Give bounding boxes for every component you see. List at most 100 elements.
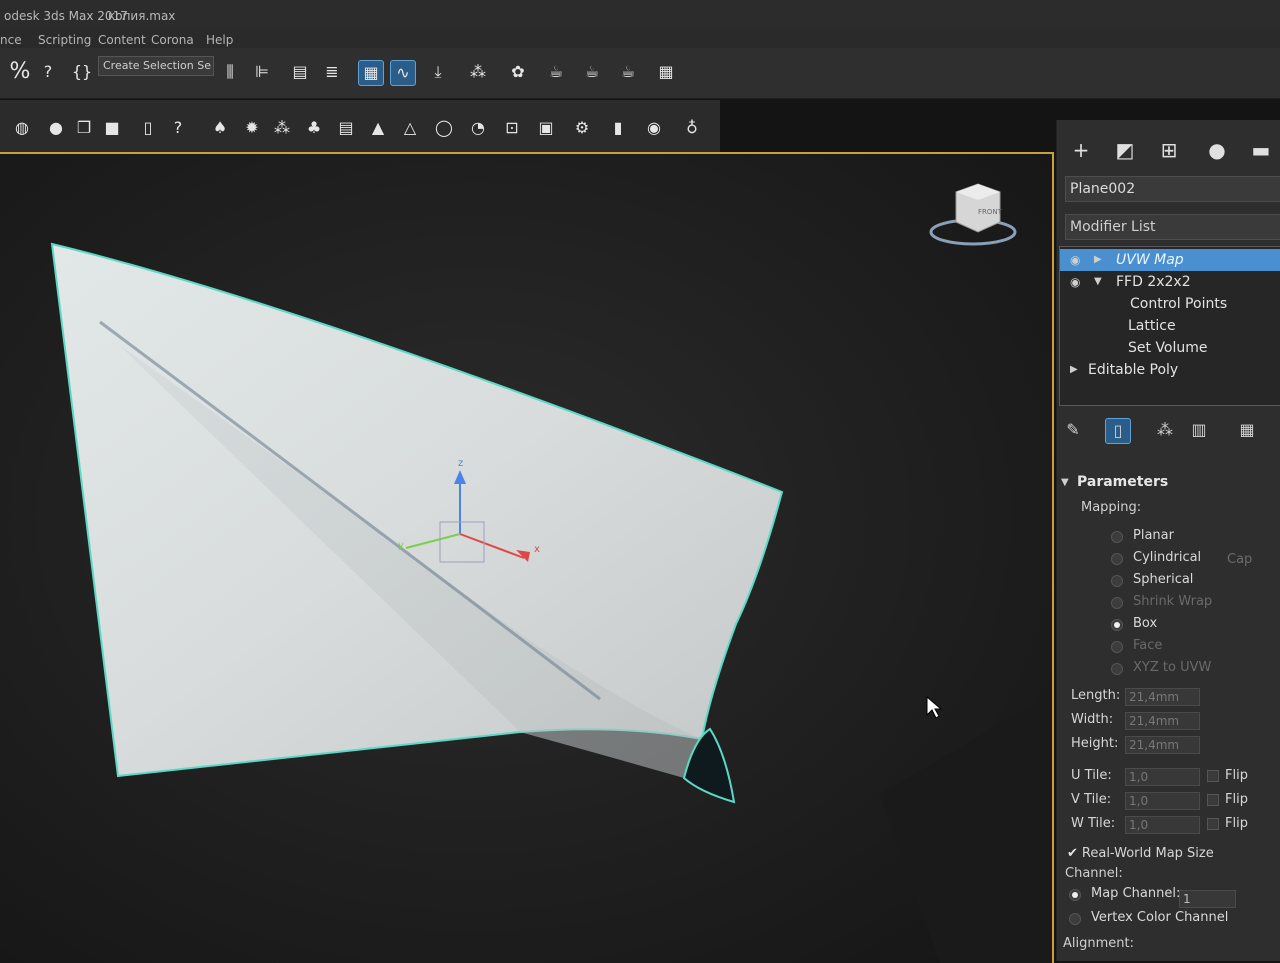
eye-icon[interactable]: ◉ <box>642 116 666 140</box>
eye-icon[interactable]: ◉ <box>1070 271 1080 293</box>
create-tab-icon[interactable]: + <box>1067 138 1095 162</box>
u-flip-checkbox[interactable] <box>1207 770 1219 782</box>
percent-snap-icon[interactable]: % <box>8 60 32 84</box>
height-spinner[interactable]: 21,4mm <box>1125 736 1200 754</box>
camera-icon[interactable]: ⚙ <box>570 116 594 140</box>
command-panel: + ◩ ⊞ ● ▬ Plane002 Modifier List ◉ ▶ UVW… <box>1056 120 1280 961</box>
curve-editor-icon[interactable]: ∿ <box>390 60 416 86</box>
real-world-map-size-checkbox[interactable]: ✔ Real-World Map Size <box>1067 846 1214 861</box>
stack-subitem-lattice[interactable]: Lattice <box>1060 315 1280 337</box>
mouse-cursor-icon <box>926 696 942 719</box>
u-tile-spinner[interactable]: 1,0 <box>1125 768 1200 786</box>
alignment-label: Alignment: <box>1063 936 1134 951</box>
help-circle-icon[interactable]: ? <box>166 116 190 140</box>
box-icon[interactable]: ■ <box>100 116 124 140</box>
pin-stack-icon[interactable]: ✎ <box>1061 418 1085 442</box>
gizmo-y-label: y <box>398 540 404 551</box>
tree-icon[interactable]: ♣ <box>302 116 326 140</box>
sphere-icon[interactable]: ● <box>44 116 68 140</box>
render-setup-icon[interactable]: ☕ <box>544 60 568 84</box>
cloth-plane-object[interactable] <box>50 242 784 778</box>
gizmo-x-label: x <box>534 544 540 555</box>
pie-icon[interactable]: ◔ <box>466 116 490 140</box>
v-flip-checkbox[interactable] <box>1207 794 1219 806</box>
toggle-ribbon-icon[interactable]: ▦ <box>358 60 384 86</box>
pine-icon[interactable]: ▲ <box>366 116 390 140</box>
parameters-rollout-title[interactable]: Parameters <box>1077 474 1168 490</box>
menu-item-corona[interactable]: Corona <box>151 33 194 47</box>
channel-label: Channel: <box>1065 866 1123 881</box>
render-in-cloud-icon[interactable]: ▦ <box>654 60 678 84</box>
wrench-icon[interactable]: ◍ <box>10 116 34 140</box>
copy-icon[interactable]: ❐ <box>72 116 96 140</box>
particles-icon[interactable]: ⁂ <box>270 116 294 140</box>
map-channel-spinner[interactable]: 1 <box>1179 890 1236 908</box>
v-tile-spinner[interactable]: 1,0 <box>1125 792 1200 810</box>
rollout-collapse-icon[interactable]: ▼ <box>1061 477 1069 488</box>
perspective-viewport[interactable]: z x y FRONT <box>0 152 1054 963</box>
menu-item-help[interactable]: Help <box>206 33 233 47</box>
menu-item-content[interactable]: Content <box>98 33 146 47</box>
expand-arrow-icon[interactable]: ▶ <box>1070 359 1078 381</box>
u-flip-label: Flip <box>1225 768 1248 783</box>
modify-tab-icon[interactable]: ◩ <box>1111 138 1139 162</box>
gizmo-z-label: z <box>458 458 464 469</box>
scene-explorer-icon[interactable]: ▤ <box>288 60 312 84</box>
pine-outline-icon[interactable]: △ <box>398 116 422 140</box>
w-flip-label: Flip <box>1225 816 1248 831</box>
clipboard-icon[interactable]: ▯ <box>136 116 160 140</box>
v-flip-label: Flip <box>1225 792 1248 807</box>
align-icon[interactable]: ⊫ <box>250 60 274 84</box>
viewport-scene <box>50 242 1052 963</box>
collapse-arrow-icon[interactable]: ▼ <box>1094 271 1102 293</box>
stack-item-uvw-map[interactable]: ◉ ▶ UVW Map <box>1060 249 1280 271</box>
remove-modifier-icon[interactable]: ▥ <box>1187 418 1211 442</box>
stack-subitem-control-points[interactable]: Control Points <box>1060 293 1280 315</box>
frame-icon[interactable]: ⊡ <box>500 116 524 140</box>
rendered-frame-icon[interactable]: ☕ <box>580 60 604 84</box>
expand-arrow-icon[interactable]: ▶ <box>1094 249 1102 271</box>
mirror-icon[interactable]: ⫼ <box>218 60 242 84</box>
secondary-toolbar: ◍ ● ❐ ■ ▯ ? ♠ ✹ ⁂ ♣ ▤ ▲ △ ◯ ◔ ⊡ ▣ ⚙ ▮ ◉ … <box>0 100 720 152</box>
eye-icon[interactable]: ◉ <box>1070 249 1080 271</box>
menu-item-partial[interactable]: nce <box>0 33 22 47</box>
panel-icon[interactable]: ▮ <box>606 116 630 140</box>
menu-item-scripting[interactable]: Scripting <box>38 33 91 47</box>
width-spinner[interactable]: 21,4mm <box>1125 712 1200 730</box>
modifier-list-dropdown[interactable]: Modifier List <box>1065 214 1280 240</box>
motion-tab-icon[interactable]: ● <box>1203 138 1231 162</box>
named-selection-icon[interactable]: {} <box>70 60 94 84</box>
list-icon[interactable]: ▤ <box>334 116 358 140</box>
hierarchy-tab-icon[interactable]: ⊞ <box>1155 138 1183 162</box>
ring-icon[interactable]: ◯ <box>432 116 456 140</box>
menu-bar: nce Scripting Content Corona Help <box>0 28 1280 50</box>
render-production-icon[interactable]: ☕ <box>616 60 640 84</box>
command-panel-tabs: + ◩ ⊞ ● ▬ <box>1057 130 1280 166</box>
length-spinner[interactable]: 21,4mm <box>1125 688 1200 706</box>
stack-item-editable-poly[interactable]: ▶ Editable Poly <box>1060 359 1280 381</box>
viewcube[interactable]: FRONT <box>928 162 1018 252</box>
schematic-view-icon[interactable]: ⁂ <box>466 60 490 84</box>
spinner-snap-icon[interactable]: ? <box>36 60 60 84</box>
light-bulb-icon[interactable]: ♠ <box>208 116 232 140</box>
make-unique-icon[interactable]: ⁂ <box>1153 418 1177 442</box>
stack-subitem-set-volume[interactable]: Set Volume <box>1060 337 1280 359</box>
configure-modifier-sets-icon[interactable]: ▦ <box>1235 418 1259 442</box>
sun-icon[interactable]: ✹ <box>240 116 264 140</box>
floor-plane <box>880 694 1052 963</box>
bulb-icon[interactable]: ♁ <box>680 116 704 140</box>
title-bar: odesk 3ds Max 2017 копия.max <box>0 0 1280 30</box>
render-frame-icon[interactable]: ▣ <box>534 116 558 140</box>
stack-item-ffd[interactable]: ◉ ▼ FFD 2x2x2 <box>1060 271 1280 293</box>
material-editor-icon[interactable]: ✿ <box>506 60 530 84</box>
viewcube-icon <box>929 183 1017 246</box>
display-tab-icon[interactable]: ▬ <box>1247 138 1275 162</box>
w-tile-spinner[interactable]: 1,0 <box>1125 816 1200 834</box>
dope-sheet-icon[interactable]: ⤓ <box>426 60 450 84</box>
object-name-field[interactable]: Plane002 <box>1065 176 1280 202</box>
checkmark-icon: ✔ <box>1067 846 1078 861</box>
selection-set-dropdown[interactable]: Create Selection Se <box>98 56 214 76</box>
show-end-result-icon[interactable]: ▯ <box>1105 418 1131 444</box>
layer-explorer-icon[interactable]: ≣ <box>320 60 344 84</box>
w-flip-checkbox[interactable] <box>1207 818 1219 830</box>
